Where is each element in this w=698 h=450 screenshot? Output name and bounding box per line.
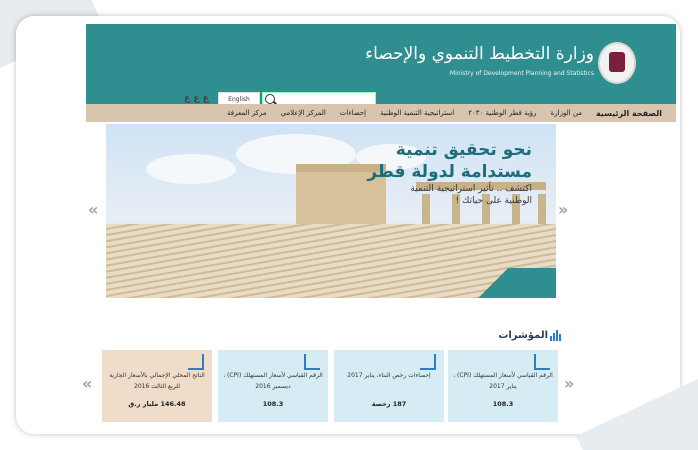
nav-item-home[interactable]: الصفحة الرئيسية (596, 109, 662, 118)
banner-headline-2: مستدامة لدولة قطر (367, 162, 532, 182)
indicators-prev-arrow[interactable]: « (82, 374, 92, 393)
main-nav: الصفحة الرئيسية من الوزارة رؤية قطر الوط… (86, 104, 676, 122)
indicator-card-building-permits[interactable]: إحصاءات رخص البناء، يناير 2017 187 رخصة (334, 350, 444, 422)
nav-item-about[interactable]: من الوزارة (551, 109, 582, 117)
indicator-value: 146.48 مليار ر.ق (128, 400, 186, 408)
nav-item-qatar-vision[interactable]: رؤية قطر الوطنية ٢٠٣٠ (468, 109, 536, 117)
search-icon[interactable] (265, 94, 275, 104)
nav-item-statistics[interactable]: إحصاءات (340, 109, 366, 117)
indicator-label: إحصاءات رخص البناء، يناير 2017 (347, 372, 431, 379)
indicator-value: 187 رخصة (371, 400, 407, 408)
hero-banner[interactable]: نحو تحقيق تنمية مستدامة لدولة قطر اكتشف … (106, 124, 556, 298)
cart-chart-icon (534, 354, 550, 370)
nav-item-knowledge-center[interactable]: مركز المعرفة (227, 109, 267, 117)
web-page: وزارة التخطيط التنموي والإحصاء Ministry … (16, 16, 680, 434)
indicator-label: الرقم القياسي لأسعار المستهلك (CPI) ، ين… (453, 372, 553, 390)
site-header: وزارة التخطيط التنموي والإحصاء Ministry … (86, 24, 676, 116)
banner-prev-arrow[interactable]: « (88, 200, 98, 219)
indicator-value: 108.3 (492, 400, 514, 408)
banner-next-arrow[interactable]: » (558, 200, 568, 219)
indicators-title: المؤشرات (498, 330, 548, 341)
banner-accent (456, 268, 556, 298)
screenshot-frame: وزارة التخطيط التنموي والإحصاء Ministry … (0, 0, 698, 450)
cart-chart-icon (304, 354, 320, 370)
indicator-card-cpi-dec[interactable]: الرقم القياسي لأسعار المستهلك (CPI) ، دي… (218, 350, 328, 422)
ministry-logo[interactable]: وزارة التخطيط التنموي والإحصاء Ministry … (365, 42, 636, 92)
indicator-value: 108.3 (262, 400, 284, 408)
indicator-card-cpi-jan[interactable]: الرقم القياسي لأسعار المستهلك (CPI) ، ين… (448, 350, 558, 422)
banner-subtext-1: اكتشف .. تأثير استراتيجية التنمية (410, 184, 532, 194)
ministry-name-arabic: وزارة التخطيط التنموي والإحصاء (365, 44, 594, 64)
indicator-label: الناتج المحلي الإجمالي بالأسعار الجارية … (109, 372, 205, 390)
banner-headline-1: نحو تحقيق تنمية (395, 140, 532, 160)
ministry-name-english: Ministry of Development Planning and Sta… (449, 70, 594, 77)
indicator-card-gdp[interactable]: الناتج المحلي الإجمالي بالأسعار الجارية … (102, 350, 212, 422)
indicator-label: الرقم القياسي لأسعار المستهلك (CPI) ، دي… (223, 372, 323, 390)
bar-chart-icon (420, 354, 436, 370)
bar-chart-icon (188, 354, 204, 370)
qatar-emblem-icon (598, 42, 636, 84)
indicators-chart-icon (550, 329, 562, 341)
banner-subtext-2: الوطنية على حياتك ! (455, 196, 532, 206)
indicators-next-arrow[interactable]: » (564, 374, 574, 393)
nav-item-strategy[interactable]: استراتيجية التنمية الوطنية (380, 109, 454, 117)
cloud-shape (146, 154, 236, 184)
nav-item-media-center[interactable]: المركز الإعلامي (281, 109, 326, 117)
